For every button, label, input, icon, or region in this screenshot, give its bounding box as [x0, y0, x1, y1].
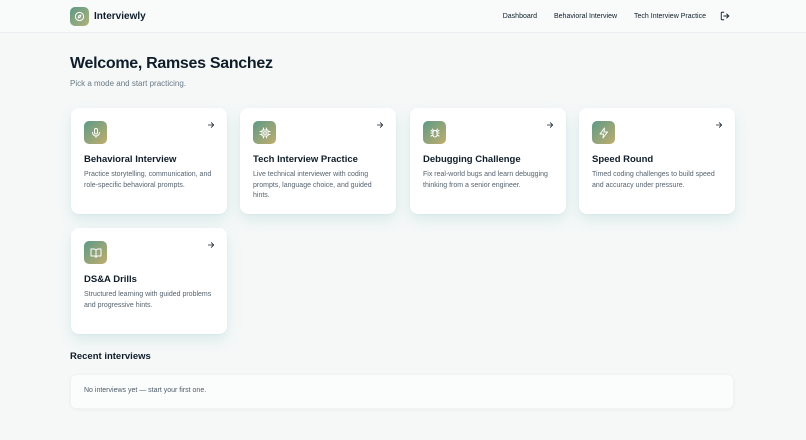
- arrow-right-icon: [714, 120, 723, 129]
- card-description: Fix real-world bugs and learn debugging …: [423, 171, 548, 189]
- top-navbar: Interviewly Dashboard Behavioral Intervi…: [0, 0, 806, 33]
- page-title: Welcome, Ramses Sanchez: [70, 55, 273, 72]
- card-description: Live technical interviewer with coding p…: [253, 171, 372, 199]
- microphone-icon: [84, 121, 107, 144]
- card-title: Speed Round: [592, 154, 654, 165]
- card-description: Structured learning with guided problems…: [84, 291, 212, 309]
- card-description: Timed coding challenges to build speed a…: [592, 171, 715, 189]
- lightning-icon: [592, 121, 615, 144]
- book-icon: [84, 241, 107, 264]
- arrow-right-icon: [545, 120, 554, 129]
- logout-icon[interactable]: [720, 11, 730, 21]
- nav-tech-interview-practice[interactable]: Tech Interview Practice: [634, 13, 706, 20]
- arrow-right-icon: [206, 240, 215, 249]
- card-title: DS&A Drills: [84, 274, 137, 285]
- card-title: Behavioral Interview: [84, 154, 177, 165]
- brand-home-link[interactable]: Interviewly: [70, 6, 146, 26]
- arrow-right-icon: [206, 120, 215, 129]
- empty-state-text: No interviews yet — start your first one…: [84, 387, 207, 394]
- main-nav: Dashboard Behavioral Interview Tech Inte…: [503, 9, 730, 23]
- recent-interviews-panel: No interviews yet — start your first one…: [70, 374, 734, 409]
- brand-name: Interviewly: [94, 10, 146, 22]
- card-title: Tech Interview Practice: [253, 154, 358, 165]
- card-behavioral-interview[interactable]: Behavioral Interview Practice storytelli…: [71, 108, 227, 214]
- recent-interviews-heading: Recent interviews: [70, 351, 151, 362]
- compass-icon: [70, 6, 89, 26]
- bug-icon: [423, 121, 446, 144]
- arrow-right-icon: [375, 120, 384, 129]
- nav-behavioral-interview[interactable]: Behavioral Interview: [554, 13, 617, 20]
- card-description: Practice storytelling, communication, an…: [84, 171, 212, 189]
- card-dsa-drills[interactable]: DS&A Drills Structured learning with gui…: [71, 228, 227, 334]
- page-subtitle: Pick a mode and start practicing.: [70, 79, 187, 88]
- nav-dashboard[interactable]: Dashboard: [503, 13, 537, 20]
- card-debugging-challenge[interactable]: Debugging Challenge Fix real-world bugs …: [410, 108, 566, 214]
- cpu-icon: [253, 121, 276, 144]
- card-title: Debugging Challenge: [423, 154, 521, 165]
- card-speed-round[interactable]: Speed Round Timed coding challenges to b…: [579, 108, 735, 214]
- card-tech-interview-practice[interactable]: Tech Interview Practice Live technical i…: [240, 108, 396, 214]
